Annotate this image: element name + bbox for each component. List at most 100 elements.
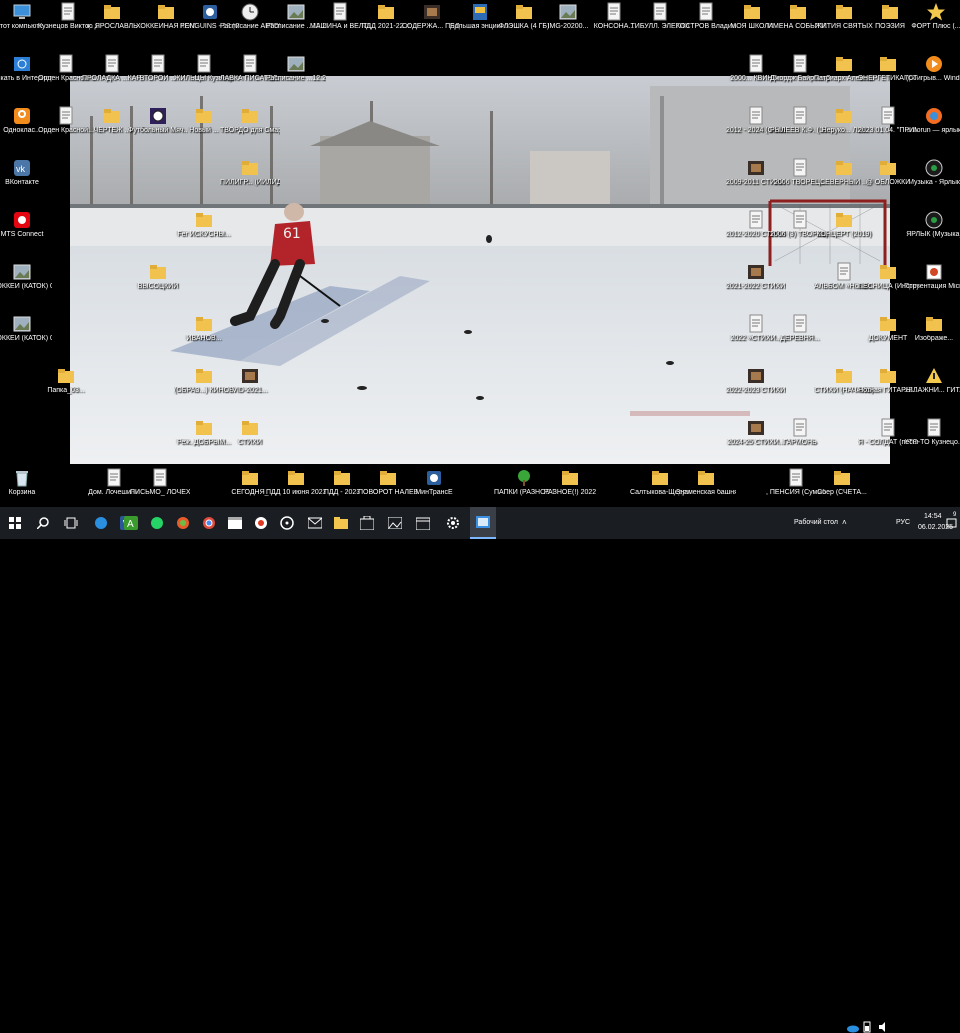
film-icon: [746, 262, 766, 282]
desktop-icon[interactable]: ХОККЕЙ (КАТОК) 02: [0, 314, 52, 358]
desktop-toolbar-label[interactable]: Рабочий стол: [794, 519, 838, 526]
desktop-icon[interactable]: ХОККЕЙ (КАТОК) 01: [0, 262, 52, 306]
windows-icon: [9, 517, 21, 529]
desktop-icon[interactable]: ИВАНОВ...: [174, 314, 234, 358]
taskbar[interactable]: W A Рабочий стол ˄ РУС 14:54 06.02.2025 …: [0, 507, 960, 1033]
desktop-icon[interactable]: ЭНЕРГЕТИКА (СТИХА): [858, 54, 918, 98]
folder-icon: [194, 106, 214, 126]
desktop-icon[interactable]: ДОКУМЕНТ: [858, 314, 918, 358]
music-icon: [924, 210, 944, 230]
desktop-icon[interactable]: 2021-2022 СТИХИ (Н...: [726, 262, 786, 306]
desktop[interactable]: 61 Этот компьюте...Искать в ИнтернетеОдн…: [0, 0, 960, 507]
taskbar-chrome[interactable]: [196, 507, 222, 539]
desktop-icon[interactable]: Корзина: [0, 468, 52, 507]
desktop-icon[interactable]: МинТрансЕ: [404, 468, 464, 507]
desktop-icon-label: ДОКУМЕНТ: [868, 335, 908, 342]
task-view-icon: [64, 517, 78, 529]
taskbar-calendar[interactable]: [410, 507, 436, 539]
desktop-icon-label: 2022-2023 СТИХИ (Н...: [726, 387, 786, 394]
desktop-icon[interactable]: ДЕРЕВНЯ...: [770, 314, 830, 358]
folder-icon: [240, 158, 260, 178]
desktop-icon[interactable]: ж. ЯРОСЛАВЛЬ: [82, 2, 142, 46]
desktop-icon[interactable]: ПЕСНИЦА (Инструкц...: [858, 262, 918, 306]
doc-icon: [148, 54, 168, 74]
desktop-icon[interactable]: РАЗНОЕ(!) 2022: [540, 468, 600, 507]
app-icon: [424, 468, 444, 488]
desktop-icon[interactable]: КОНЦЕРТ (2019): [814, 210, 874, 254]
desktop-icon[interactable]: @ ОБЛОЖКИ: [858, 158, 918, 202]
desktop-icon[interactable]: VID-2021...: [220, 366, 280, 410]
desktop-icon[interactable]: ПИСЬМО_ ЛОЧЕХИН...: [130, 468, 190, 507]
desktop-icon[interactable]: ГАРМОНЬ: [770, 418, 830, 462]
task-view-button[interactable]: [58, 507, 84, 539]
start-button[interactable]: [2, 507, 28, 539]
clock-time[interactable]: 14:54: [924, 513, 942, 520]
desktop-icon[interactable]: Сбер (СЧЕТА...: [812, 468, 872, 507]
folder-icon: [878, 262, 898, 282]
desktop-icon[interactable]: Расписание ...12.2024)): [266, 54, 326, 98]
desktop-icon[interactable]: Нотная ГИТАРЫ...: [858, 366, 918, 410]
img-icon: [286, 54, 306, 74]
desktop-icon[interactable]: Fer ИСКУСНЫ...: [174, 210, 234, 254]
desktop-icon[interactable]: Я - СОЛДАТ (песня): [858, 418, 918, 462]
folder-icon: [194, 210, 214, 230]
desktop-icon[interactable]: ЯРЛЫК (Музыка): [904, 210, 960, 254]
desktop-icon-label: ПИЛИГР... (ИИЛИДЕ...): [220, 179, 280, 186]
desktop-icon-label: 2021-2022 СТИХИ (Н...: [726, 283, 786, 290]
desktop-icon[interactable]: Папка_03...: [36, 366, 96, 410]
desktop-icon[interactable]: ВЫСОЦКИЙ: [128, 262, 188, 306]
taskbar-active-window[interactable]: [470, 507, 496, 539]
folder-icon: [334, 517, 348, 529]
globe-icon: [12, 54, 32, 74]
desktop-icon[interactable]: 2022-2023 СТИХИ (Н...: [726, 366, 786, 410]
desktop-icon[interactable]: 2023.01.04. "ПРИМЕР...: [858, 106, 918, 150]
taskbar-settings[interactable]: [440, 507, 466, 539]
desktop-icon[interactable]: Знаменская башня: [676, 468, 736, 507]
doc-icon: [924, 418, 944, 438]
taskbar-mail[interactable]: [302, 507, 328, 539]
taskbar-app-a[interactable]: A: [118, 507, 144, 539]
desktop-icon-label: ДЕРЕВНЯ...: [780, 335, 820, 342]
taskbar-store[interactable]: [354, 507, 380, 539]
folder-icon: [378, 468, 398, 488]
doc-icon: [746, 106, 766, 126]
folder-icon: [240, 106, 260, 126]
desktop-icon[interactable]: ПИЛИГР... (ИИЛИДЕ...): [220, 158, 280, 202]
taskbar-edge[interactable]: [88, 507, 114, 539]
battery-icon[interactable]: [862, 1021, 872, 1033]
taskbar-yandex[interactable]: [248, 507, 274, 539]
tray-chevron-icon[interactable]: ˄: [842, 518, 847, 527]
taskbar-media[interactable]: [170, 507, 196, 539]
window-icon: [476, 516, 490, 528]
language-indicator[interactable]: РУС: [896, 519, 910, 526]
folder-icon: [332, 468, 352, 488]
search-icon: [37, 517, 49, 529]
search-button[interactable]: [30, 507, 56, 539]
doc-icon: [746, 210, 766, 230]
onedrive-icon[interactable]: [846, 1023, 860, 1033]
taskbar-dvd[interactable]: [274, 507, 300, 539]
desktop-icon-label: 2023.01.04. "ПРИМЕР...: [858, 127, 918, 134]
notification-center-button[interactable]: 9: [946, 512, 958, 530]
taskbar-explorer[interactable]: [328, 507, 354, 539]
desktop-icon[interactable]: MTS Connect: [0, 210, 52, 254]
notification-count: 9: [953, 512, 957, 518]
volume-icon[interactable]: [878, 1021, 890, 1033]
film-icon: [422, 2, 442, 22]
taskbar-whatsapp[interactable]: [144, 507, 170, 539]
folder-icon: [924, 314, 944, 334]
edge-icon: [95, 517, 107, 529]
doc-icon: [834, 262, 854, 282]
folder-icon: [742, 2, 762, 22]
film-icon: [746, 158, 766, 178]
desktop-icon[interactable]: ТВОРДО для Смартфонов: [220, 106, 280, 150]
desktop-icon-label: ПИСЬМО_ ЛОЧЕХИН...: [130, 489, 190, 496]
desktop-icon[interactable]: ФОРТ Плюс (...: [906, 2, 960, 46]
folder-icon: [194, 314, 214, 334]
desktop-icon-label: РАЗНОЕ(!) 2022: [543, 489, 597, 496]
desktop-icon[interactable]: vk ВКонтакте: [0, 158, 52, 202]
taskbar-photos[interactable]: [382, 507, 408, 539]
desktop-icon[interactable]: СТИХИ: [220, 418, 280, 462]
doc-icon: [104, 468, 124, 488]
taskbar-video-editor[interactable]: [222, 507, 248, 539]
